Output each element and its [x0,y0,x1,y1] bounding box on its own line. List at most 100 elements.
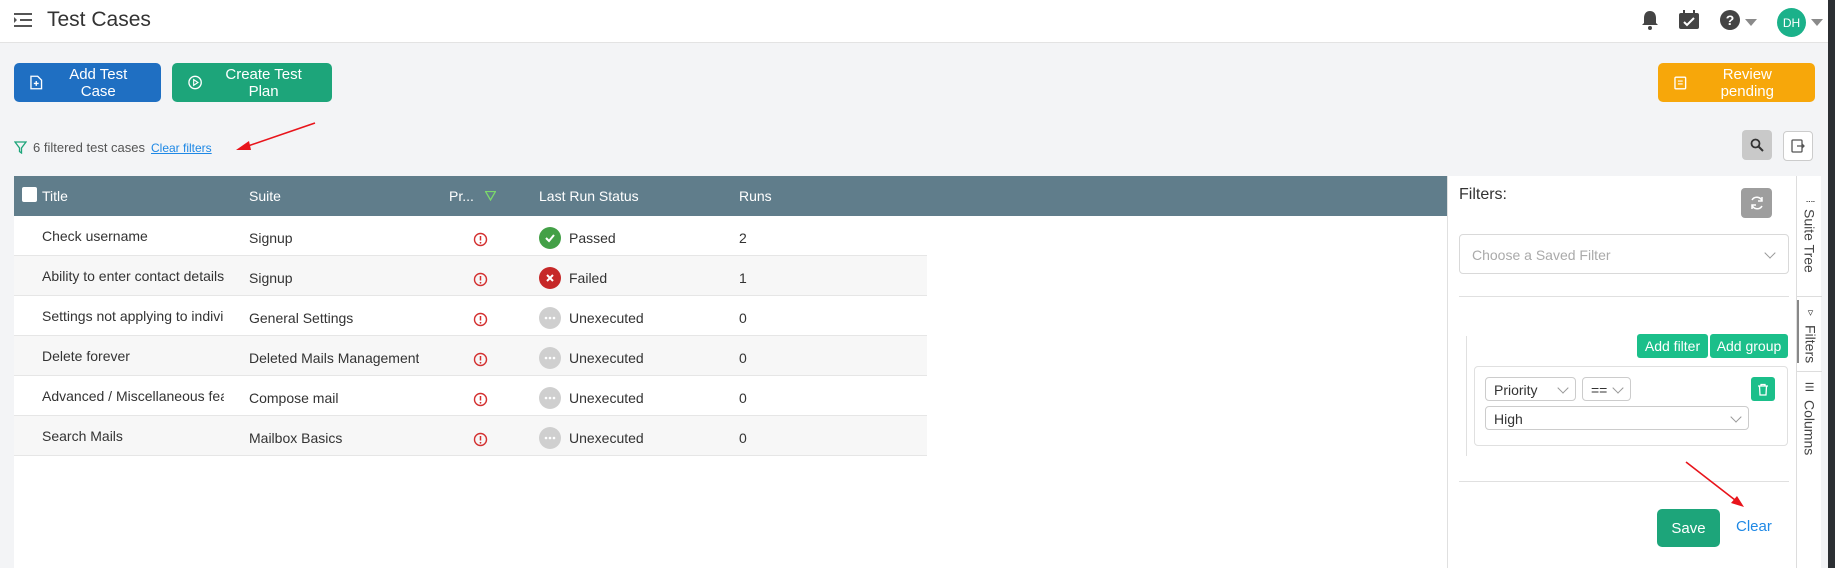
annotation-arrow-clear-filters [236,122,316,150]
bell-icon[interactable] [1640,9,1660,31]
chevron-down-icon [1730,411,1742,423]
priority-high-icon [473,352,488,367]
table-row[interactable]: Settings not applying to indivi General … [14,296,927,336]
play-circle-icon [188,75,202,90]
row-runs: 0 [739,310,747,326]
svg-text:?: ? [1726,12,1735,28]
table-row[interactable]: Search Mails Mailbox Basics Unexecuted 0 [14,416,927,456]
tab-filters[interactable]: ▿ Filters [1797,300,1822,364]
tab-columns-label: Columns [1801,400,1818,456]
table-row[interactable]: Check username Signup Passed 2 [14,216,927,256]
divider [1459,481,1789,482]
chevron-down-icon [1612,382,1624,394]
row-runs: 2 [739,230,747,246]
top-bar: Test Cases ? DH [0,0,1835,43]
filters-panel: Filters: Choose a Saved Filter Add filte… [1447,176,1796,568]
search-icon [1750,138,1764,152]
side-tabs: ⁞ Suite Tree ▿ Filters ☰ Columns [1796,176,1822,568]
select-all-checkbox[interactable] [22,187,37,202]
row-title: Settings not applying to indivi [42,308,224,324]
filter-active-icon[interactable] [485,191,496,201]
add-test-case-button[interactable]: Add Test Case [14,63,161,102]
row-title: Delete forever [42,348,130,364]
group-line [1466,336,1467,456]
calendar-check-icon[interactable] [1678,9,1700,31]
priority-high-icon [473,312,488,327]
table-header: Title Suite Pr... Last Run Status Runs [14,176,1447,216]
operator-select[interactable]: == [1582,377,1631,401]
row-status: Passed [569,230,616,246]
add-test-case-label: Add Test Case [69,65,128,100]
tab-divider [1797,296,1822,297]
chevron-down-icon [1764,247,1776,259]
help-icon[interactable]: ? [1719,9,1741,31]
filters-heading: Filters: [1459,186,1507,203]
review-pending-button[interactable]: Review pending [1658,63,1815,102]
delete-rule-button[interactable] [1751,377,1775,401]
page-title: Test Cases [47,8,151,31]
row-suite: Mailbox Basics [249,430,343,446]
filtered-count: 6 filtered test cases [33,140,145,155]
create-test-plan-button[interactable]: Create Test Plan [172,63,332,102]
filter-tab-icon: ▿ [1804,306,1816,319]
file-plus-icon [30,75,43,90]
window-edge [1828,0,1835,568]
clear-filters-link[interactable]: Clear filters [151,141,212,155]
table-row[interactable]: Advanced / Miscellaneous fea Compose mai… [14,376,927,416]
tab-divider [1797,371,1822,372]
refresh-icon [1750,196,1763,210]
column-title[interactable]: Title [42,188,68,204]
tab-suite-tree-label: Suite Tree [1801,209,1818,273]
row-status: Unexecuted [569,430,644,446]
column-runs[interactable]: Runs [739,188,772,204]
export-button[interactable] [1783,131,1813,161]
row-suite: Signup [249,230,293,246]
priority-high-icon [473,392,488,407]
unexecuted-icon [539,307,561,329]
saved-filter-placeholder: Choose a Saved Filter [1472,247,1611,263]
row-suite: Compose mail [249,390,339,406]
search-button[interactable] [1742,130,1772,160]
row-status: Unexecuted [569,350,644,366]
field-select-value: Priority [1494,382,1538,398]
value-select-value: High [1494,411,1523,427]
save-button[interactable]: Save [1657,509,1720,547]
column-suite[interactable]: Suite [249,188,281,204]
value-select[interactable]: High [1485,406,1749,430]
saved-filter-select[interactable]: Choose a Saved Filter [1459,234,1789,274]
add-filter-button[interactable]: Add filter [1637,334,1708,358]
refresh-button[interactable] [1741,188,1772,218]
table-row[interactable]: Ability to enter contact details Signup … [14,256,927,296]
filter-rule: Priority == High [1474,366,1788,446]
review-pending-label: Review pending [1720,65,1774,100]
chevron-down-icon[interactable] [1745,19,1757,26]
menu-icon[interactable] [13,10,33,30]
filter-summary: 6 filtered test cases Clear filters [14,140,212,155]
row-suite: General Settings [249,310,354,326]
test-cases-table: Title Suite Pr... Last Run Status Runs C… [14,176,1447,568]
field-select[interactable]: Priority [1485,377,1576,401]
column-priority[interactable]: Pr... [449,188,474,204]
row-title: Check username [42,228,148,244]
table-row[interactable]: Delete forever Deleted Mails Management … [14,336,927,376]
columns-icon: ☰ [1803,381,1815,394]
unexecuted-icon [539,427,561,449]
avatar[interactable]: DH [1777,8,1806,37]
row-runs: 0 [739,390,747,406]
row-runs: 0 [739,350,747,366]
tab-columns[interactable]: ☰ Columns [1797,375,1822,455]
filter-icon [14,141,27,154]
create-test-plan-label: Create Test Plan [225,65,302,100]
unexecuted-icon [539,387,561,409]
operator-select-value: == [1591,382,1608,398]
add-group-button[interactable]: Add group [1710,334,1788,358]
chevron-down-icon[interactable] [1811,19,1823,26]
trash-icon [1758,383,1768,396]
clear-button[interactable]: Clear [1736,518,1772,535]
row-title: Ability to enter contact details [42,268,225,284]
export-icon [1791,139,1805,153]
row-title: Advanced / Miscellaneous fea [42,388,224,404]
row-suite: Signup [249,270,293,286]
tab-suite-tree[interactable]: ⁞ Suite Tree [1797,194,1822,273]
column-last-run-status[interactable]: Last Run Status [539,188,639,204]
